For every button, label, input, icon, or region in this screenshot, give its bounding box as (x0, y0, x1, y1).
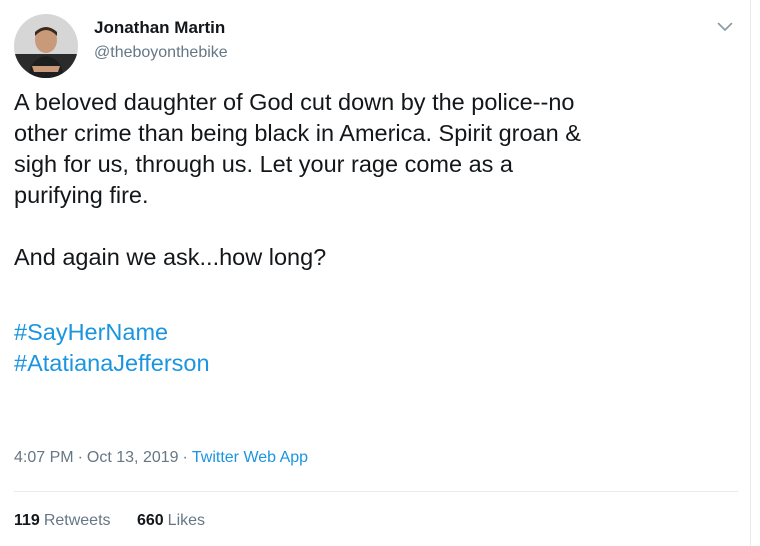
tweet-line: purifying fire. (14, 182, 149, 208)
tweet-text: A beloved daughter of God cut down by th… (14, 87, 734, 379)
retweets-stat[interactable]: 119 Retweets (14, 512, 111, 529)
meta-separator: · (77, 449, 83, 466)
tweet-line: A beloved daughter of God cut down by th… (14, 89, 575, 115)
tweet-line: other crime than being black in America.… (14, 120, 581, 146)
avatar[interactable] (14, 14, 78, 78)
likes-count: 660 (136, 512, 164, 529)
retweets-count: 119 (14, 512, 40, 529)
chevron-down-icon (717, 22, 733, 31)
divider (14, 491, 738, 492)
tweet-paragraph-2: And again we ask...how long? (14, 242, 734, 273)
meta-separator: · (182, 449, 188, 466)
tweet-meta: 4:07 PM · Oct 13, 2019 · Twitter Web App (14, 449, 308, 467)
tweet-time[interactable]: 4:07 PM (14, 449, 74, 466)
tweet-menu-button[interactable] (712, 14, 738, 40)
hashtag-link[interactable]: #SayHerName (14, 317, 734, 348)
tweet-source-link[interactable]: Twitter Web App (192, 449, 308, 466)
avatar-image (14, 14, 78, 78)
author-handle[interactable]: @theboyonthebike (94, 44, 228, 62)
hashtag-link[interactable]: #AtatianaJefferson (14, 348, 734, 379)
author-name[interactable]: Jonathan Martin (94, 18, 225, 38)
tweet-card: Jonathan Martin @theboyonthebike A belov… (0, 0, 751, 546)
likes-label: Likes (167, 512, 206, 529)
tweet-date[interactable]: Oct 13, 2019 (87, 449, 179, 466)
tweet-stats: 119 Retweets 660 Likes (14, 512, 227, 530)
likes-stat[interactable]: 660 Likes (137, 512, 205, 529)
retweets-label: Retweets (43, 512, 111, 529)
tweet-paragraph: A beloved daughter of God cut down by th… (14, 87, 734, 211)
tweet-line: And again we ask...how long? (14, 244, 327, 270)
tweet-line: sigh for us, through us. Let your rage c… (14, 151, 513, 177)
